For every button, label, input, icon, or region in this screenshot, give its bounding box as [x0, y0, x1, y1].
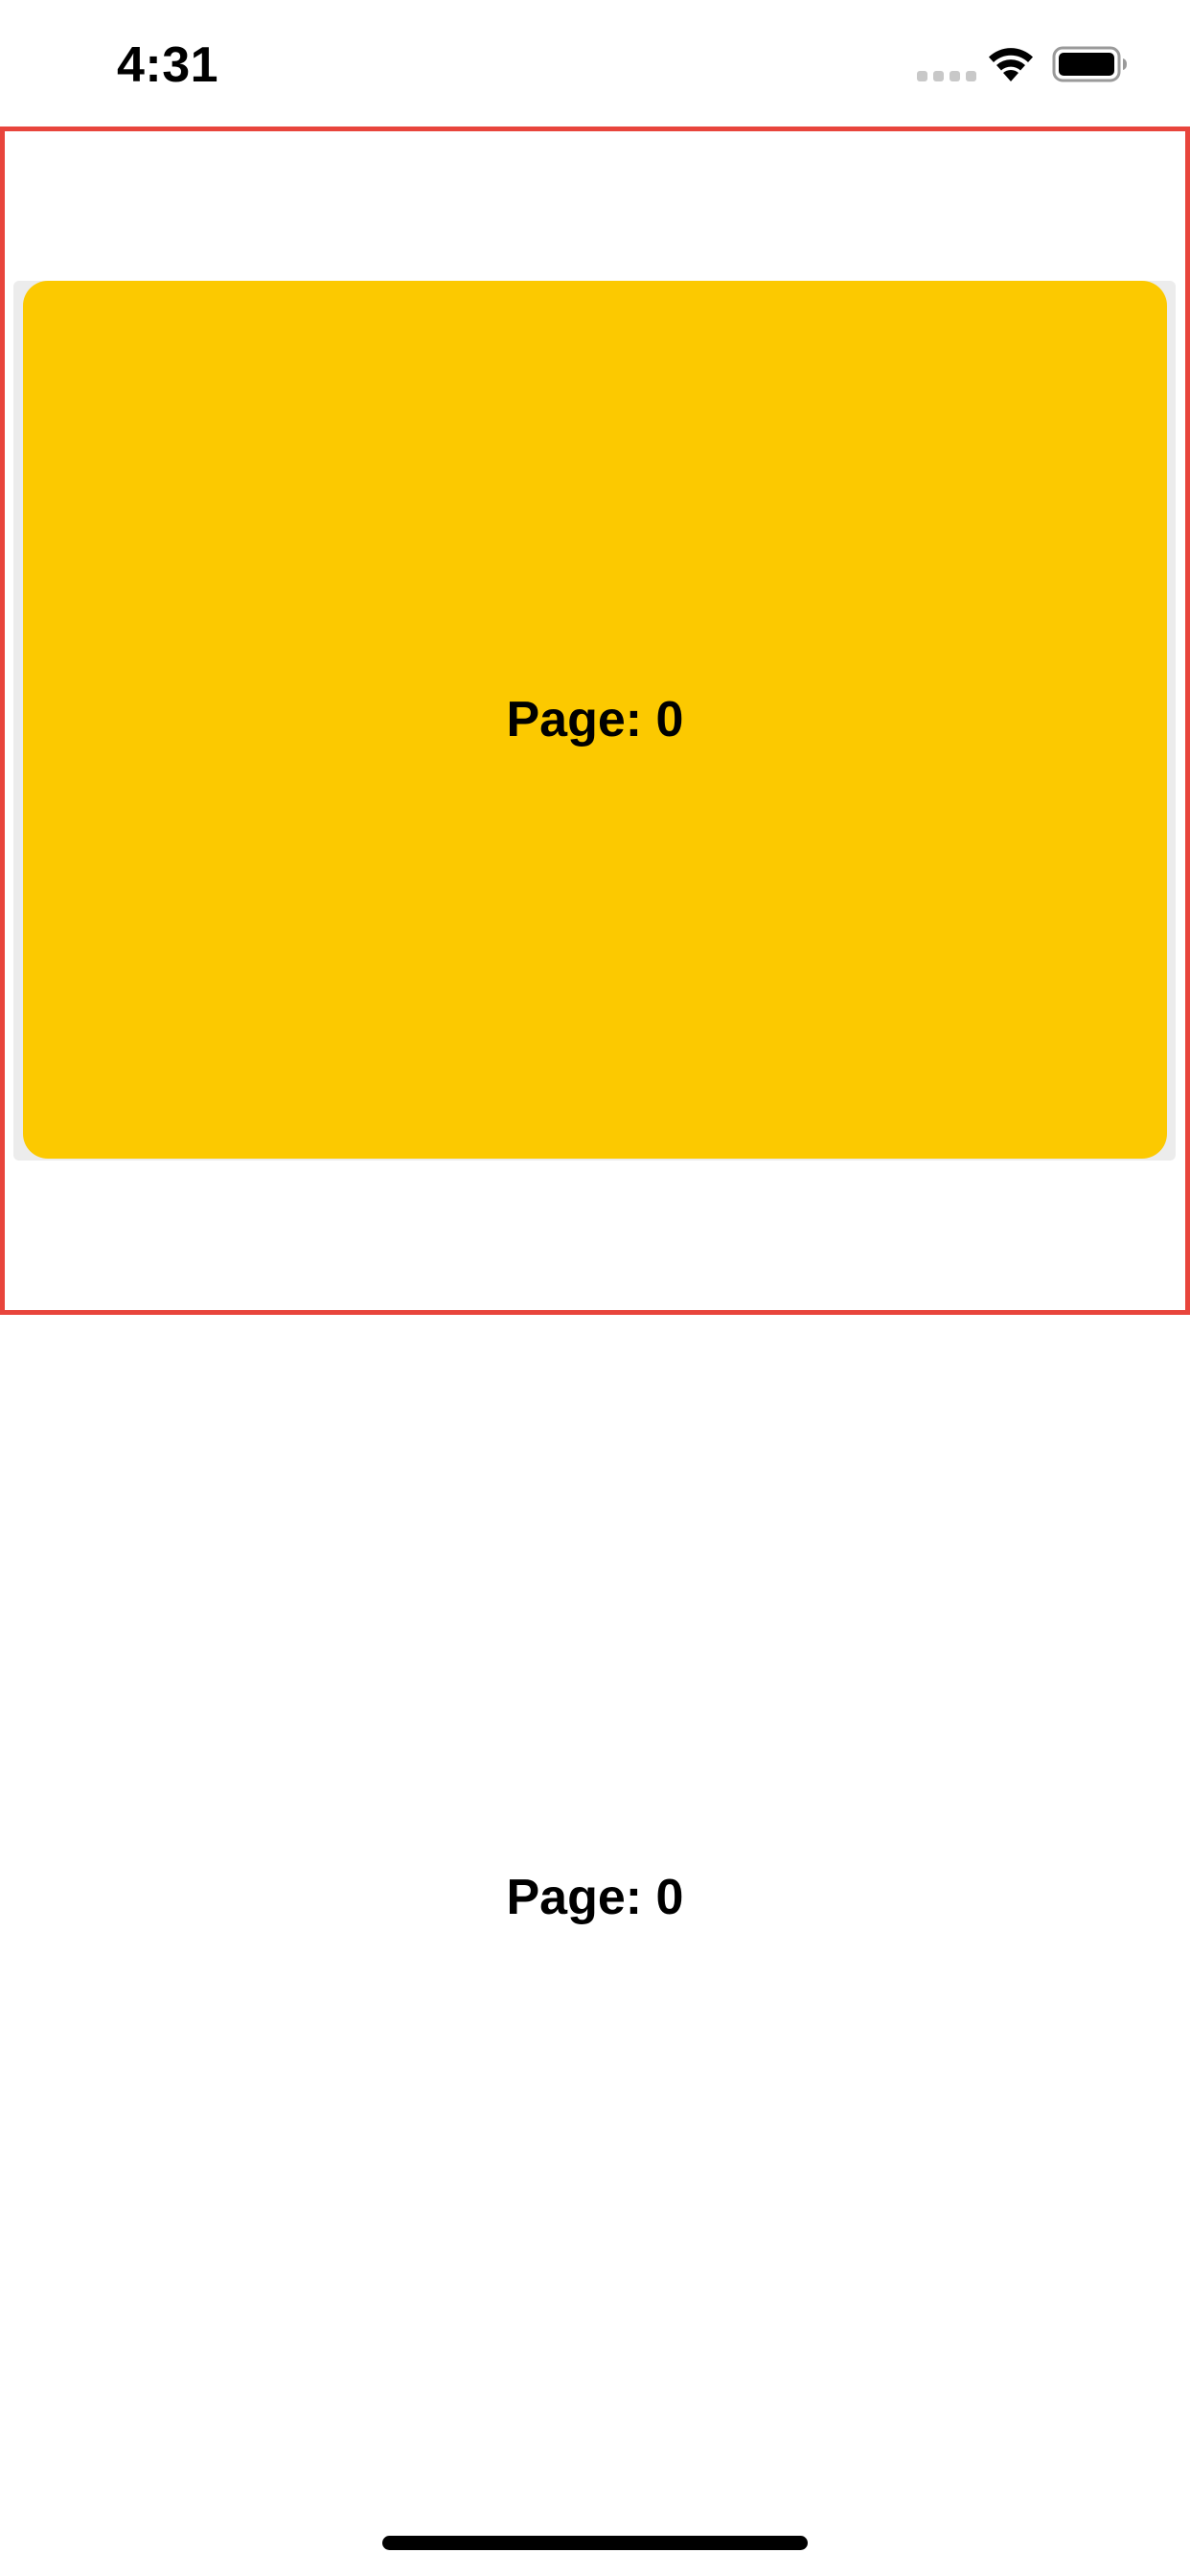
wifi-icon: [989, 48, 1033, 81]
screen: 4:31 Page: 0 Page: 0: [0, 0, 1190, 2576]
battery-icon: [1052, 46, 1127, 82]
status-time: 4:31: [117, 37, 219, 93]
cellular-signal-icon: [917, 71, 976, 81]
page-card[interactable]: Page: 0: [23, 281, 1167, 1159]
page-card-label: Page: 0: [506, 692, 684, 748]
current-page-label: Page: 0: [506, 1870, 684, 1925]
status-bar: 4:31: [0, 0, 1190, 126]
home-indicator[interactable]: [382, 2536, 808, 2550]
